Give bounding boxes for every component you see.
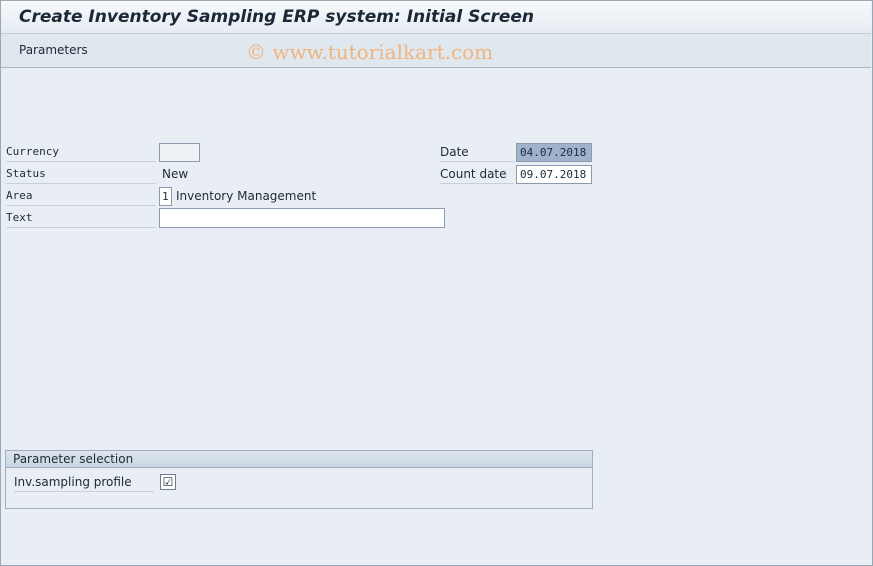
group-title: Parameter selection [13, 452, 134, 466]
count-date-label: Count date [440, 165, 514, 184]
window-title: Create Inventory Sampling ERP system: In… [19, 7, 534, 27]
date-label: Date [440, 143, 514, 162]
application-toolbar: Parameters © www.tutorialkart.com [1, 34, 871, 68]
group-header: Parameter selection [6, 451, 592, 468]
parameter-selection-group: Parameter selection Inv.sampling profile… [5, 450, 593, 509]
status-label: Status [6, 165, 156, 184]
text-label: Text [6, 209, 156, 228]
text-field[interactable] [159, 208, 445, 228]
currency-field[interactable] [159, 143, 200, 162]
checkmark-icon: ☑ [162, 475, 174, 489]
area-code-field[interactable]: 1 [159, 187, 172, 206]
date-field[interactable]: 04.07.2018 [516, 143, 592, 162]
inv-sampling-profile-label: Inv.sampling profile [14, 473, 154, 492]
parameters-button[interactable]: Parameters [19, 43, 88, 57]
area-label: Area [6, 187, 156, 206]
inv-sampling-profile-checkbox[interactable]: ☑ [160, 474, 176, 490]
currency-label: Currency [6, 143, 156, 162]
count-date-field[interactable]: 09.07.2018 [516, 165, 592, 184]
area-description: Inventory Management [176, 189, 317, 203]
title-bar: Create Inventory Sampling ERP system: In… [1, 1, 871, 34]
watermark: © www.tutorialkart.com [246, 40, 494, 64]
status-value: New [162, 167, 189, 181]
